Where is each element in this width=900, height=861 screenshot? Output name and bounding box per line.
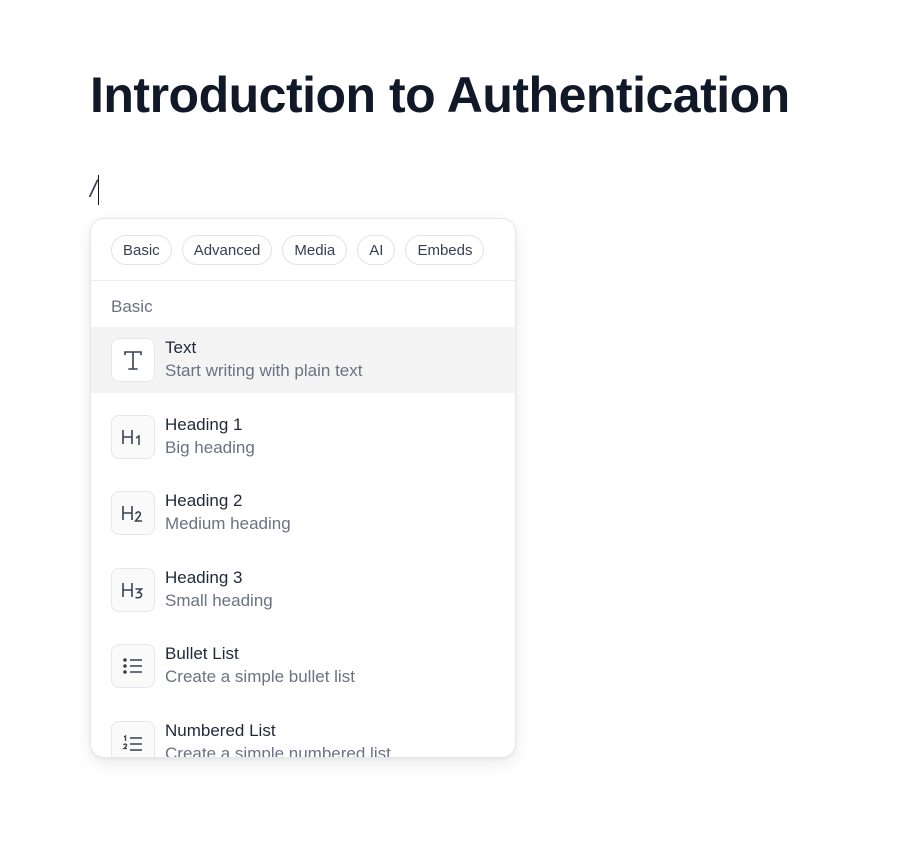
editor-input-line[interactable]: / [90,174,100,206]
menu-item-title: Bullet List [165,644,239,663]
heading-2-icon [111,491,155,535]
tab-advanced[interactable]: Advanced [181,235,273,265]
page-title[interactable]: Introduction to Authentication [90,66,790,124]
menu-item-title: Text [165,338,197,357]
numbered-list-icon [111,720,155,757]
menu-item-title: Heading 2 [165,491,243,510]
menu-item-description: Create a simple numbered list [165,743,391,758]
menu-item-description: Big heading [165,437,255,457]
menu-item-title: Numbered List [165,720,276,740]
menu-item-title: Heading 1 [165,414,243,434]
menu-item-description: Start writing with plain text [165,361,363,380]
menu-item-description: Medium heading [165,514,291,533]
menu-item-numbered-list[interactable]: Numbered List Create a simple numbered l… [91,710,515,758]
menu-item-heading-2[interactable]: Heading 2 Medium heading [91,480,515,546]
tab-basic[interactable]: Basic [111,235,172,265]
heading-3-icon [111,567,155,612]
menu-category-tabs: Basic Advanced Media AI Embeds [91,219,515,281]
text-caret [97,175,100,205]
slash-command-menu: Basic Advanced Media AI Embeds Basic Tex… [90,218,516,758]
menu-item-bullet-list[interactable]: Bullet List Create a simple bullet list [91,633,515,699]
menu-item-heading-1[interactable]: Heading 1 Big heading [91,404,515,470]
editor-page: Introduction to Authentication / Basic A… [0,0,900,861]
tab-media[interactable]: Media [282,235,348,265]
section-label: Basic [111,297,153,316]
heading-1-icon [111,414,155,459]
menu-item-title: Heading 3 [165,567,243,587]
menu-item-heading-3[interactable]: Heading 3 Small heading [91,557,515,623]
text-icon [111,338,155,382]
menu-item-text[interactable]: Text Start writing with plain text [91,327,515,393]
menu-item-description: Small heading [165,590,273,610]
tab-embeds[interactable]: Embeds [405,235,485,265]
slash-command-text: / [90,176,97,203]
bullet-list-icon [111,644,155,688]
tab-ai[interactable]: AI [357,235,396,265]
menu-items-list: Text Start writing with plain text Headi… [91,327,515,758]
menu-item-description: Create a simple bullet list [165,667,355,686]
